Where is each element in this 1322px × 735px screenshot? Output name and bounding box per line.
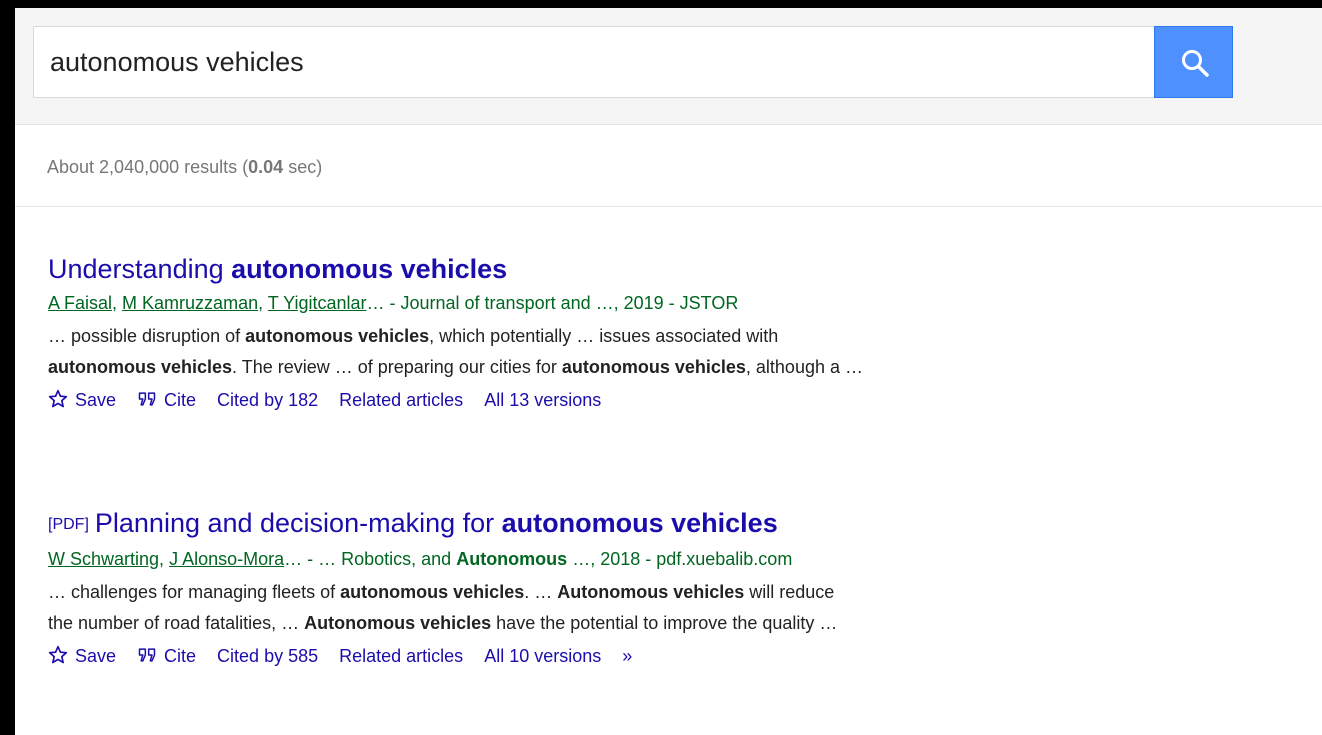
cite-label: Cite [164,646,197,666]
snippet-text: . … [524,582,558,602]
result-source: …, 2018 - pdf.xuebalib.com [567,549,793,569]
result-meta: W Schwarting, J Alonso-Mora… - … Robotic… [48,544,1308,574]
search-icon [1182,50,1209,77]
star-icon [48,389,68,408]
snippet-keyword: autonomous vehicles [245,326,430,346]
save-label: Save [75,390,117,410]
pdf-tag: [PDF] [48,516,89,533]
window-frame-top [0,0,1322,8]
snippet-text: the number of road fatalities, … [48,613,305,633]
results-time: 0.04 [248,157,284,177]
author-link[interactable]: M Kamruzzaman [122,293,258,313]
save-link[interactable]: Save [48,389,117,410]
result-source-keyword: Autonomous [456,549,568,569]
snippet-text: , although a … [745,357,863,377]
search-header [15,8,1322,125]
search-result: [PDF] Planning and decision-making for au… [48,506,1308,671]
search-button[interactable] [1154,26,1233,98]
cite-link[interactable]: Cite [137,646,196,666]
result-meta: A Faisal, M Kamruzzaman, T Yigitcanlar… … [48,288,1308,318]
result-source: … - Journal of transport and …, 2019 - J… [366,293,739,313]
star-icon [48,645,68,664]
result-source: … - … Robotics, and [284,549,457,569]
save-link[interactable]: Save [48,645,117,666]
author-separator: , [258,293,268,313]
snippet-text: … possible disruption of [48,326,246,346]
result-title: [PDF] Planning and decision-making for au… [48,506,1308,542]
result-title-link[interactable]: Understanding autonomous vehicles [48,254,507,284]
snippet-text: have the potential to improve the qualit… [491,613,838,633]
snippet-text: . The review … of preparing our cities f… [232,357,562,377]
cited-by-link[interactable]: Cited by 585 [217,646,318,666]
save-label: Save [75,646,117,666]
cite-label: Cite [164,390,197,410]
result-title-text: Understanding [48,254,232,284]
snippet-text: … challenges for managing fleets of [48,582,341,602]
results-count-prefix: About 2,040,000 results ( [47,157,249,177]
result-actions: Save Cite Cited by 182 Related articles All … [48,385,1308,415]
quote-icon [138,648,156,662]
cited-by-link[interactable]: Cited by 182 [217,390,318,410]
snippet-keyword: autonomous vehicles [561,357,746,377]
related-articles-link[interactable]: Related articles [339,390,463,410]
versions-link[interactable]: All 10 versions [484,646,601,666]
snippet-text: , which potentially … issues associated … [429,326,779,346]
results-count: About 2,040,000 results (0.04 sec) [47,157,322,178]
window-frame-left [0,0,15,735]
author-link[interactable]: W Schwarting [48,549,159,569]
author-separator: , [112,293,123,313]
result-snippet: … challenges for managing fleets of auto… [48,577,1308,639]
result-snippet: … possible disruption of autonomous vehi… [48,321,1308,383]
result-title: Understanding autonomous vehicles [48,252,1308,286]
search-input[interactable] [50,27,1140,97]
snippet-keyword: autonomous vehicles [48,357,233,377]
snippet-keyword: Autonomous vehicles [557,582,745,602]
result-title-keyword: autonomous vehicles [231,254,508,284]
snippet-keyword: autonomous vehicles [340,582,525,602]
result-title-text: Planning and decision-making for [94,508,502,538]
results-stats-bar: About 2,040,000 results (0.04 sec) [15,125,1322,207]
author-link[interactable]: J Alonso-Mora [169,549,284,569]
more-options-icon[interactable]: » [622,646,632,666]
snippet-keyword: Autonomous vehicles [304,613,492,633]
cite-link[interactable]: Cite [137,390,196,410]
result-title-link[interactable]: Planning and decision-making for autonom… [95,508,778,538]
quote-icon [138,392,156,406]
result-title-keyword: autonomous vehicles [501,508,778,538]
search-result: Understanding autonomous vehicles A Fais… [48,252,1308,415]
search-box [33,26,1154,98]
snippet-text: will reduce [744,582,835,602]
versions-link[interactable]: All 13 versions [484,390,601,410]
author-link[interactable]: A Faisal [48,293,112,313]
author-link[interactable]: T Yigitcanlar [268,293,367,313]
results-count-suffix: sec) [283,157,323,177]
related-articles-link[interactable]: Related articles [339,646,463,666]
result-actions: Save Cite Cited by 585 Related articles All … [48,641,1308,671]
author-separator: , [159,549,170,569]
